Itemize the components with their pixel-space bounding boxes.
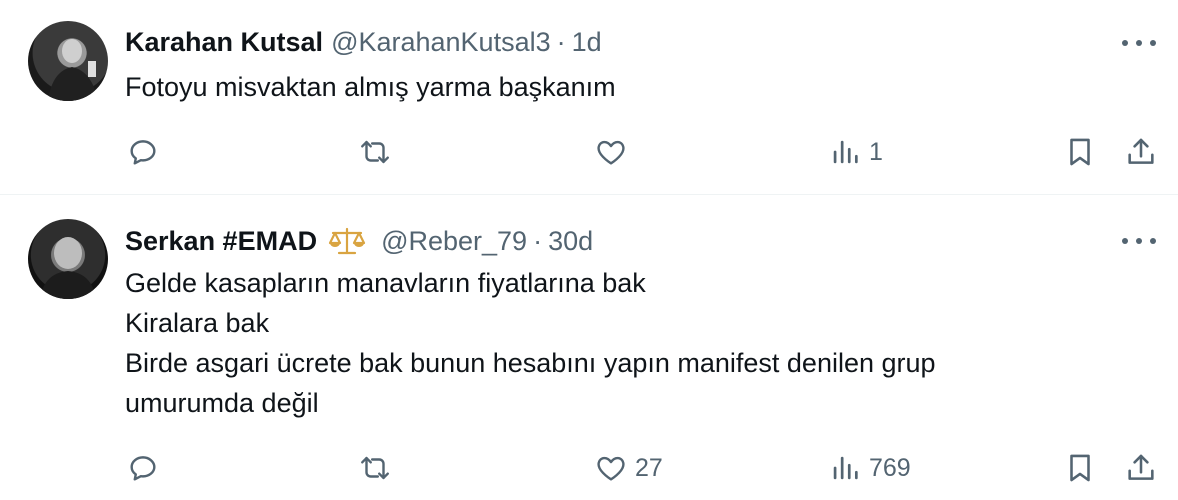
tweet-text: Fotoyu misvaktan almış yarma başkanım <box>125 67 616 107</box>
tweet-header: Karahan Kutsal @KarahanKutsal3 · 1d <box>125 24 602 60</box>
timestamp[interactable]: 30d <box>548 226 593 257</box>
tweet-text-line: Kiralara bak <box>125 308 270 338</box>
author-handle[interactable]: @KarahanKutsal3 <box>331 27 551 58</box>
views-chart-icon <box>833 456 858 480</box>
retweet-icon <box>361 456 389 480</box>
share-icon <box>1128 138 1154 164</box>
share-button[interactable] <box>1124 448 1158 488</box>
tweet[interactable]: Karahan Kutsal @KarahanKutsal3 · 1d Foto… <box>0 0 1178 195</box>
tweet-text-line: Birde asgari ücrete bak bunun hesabını y… <box>125 348 936 378</box>
author-name[interactable]: Karahan Kutsal <box>125 27 323 58</box>
more-options-icon[interactable] <box>1122 231 1156 251</box>
retweet-button[interactable] <box>358 132 399 172</box>
action-bar: 27 769 <box>0 448 1178 488</box>
retweet-icon <box>361 140 389 164</box>
scales-icon <box>328 227 366 255</box>
bookmark-button[interactable] <box>1063 132 1097 172</box>
like-count: 27 <box>635 453 663 482</box>
tweet-text: Gelde kasapların manavların fiyatlarına … <box>125 263 936 423</box>
views-chart-icon <box>833 140 858 164</box>
heart-icon <box>597 140 625 165</box>
tweet-header: Serkan #EMAD @Reber_79 · 30d <box>125 223 593 259</box>
views-count: 769 <box>869 453 911 482</box>
tweet-text-line: umurumda değil <box>125 388 319 418</box>
reply-button[interactable] <box>126 132 167 172</box>
like-button[interactable]: 27 <box>594 448 663 488</box>
author-handle[interactable]: @Reber_79 <box>381 226 527 257</box>
views-button[interactable]: 769 <box>828 448 911 488</box>
action-bar: 1 <box>0 132 1178 172</box>
separator-dot: · <box>556 26 566 57</box>
views-button[interactable]: 1 <box>828 132 883 172</box>
reply-icon <box>130 456 156 481</box>
bookmark-icon <box>1070 454 1090 482</box>
share-button[interactable] <box>1124 132 1158 172</box>
avatar[interactable] <box>28 21 108 101</box>
more-options-icon[interactable] <box>1122 33 1156 53</box>
reply-button[interactable] <box>126 448 167 488</box>
heart-icon <box>597 456 625 481</box>
separator-dot: · <box>533 225 543 256</box>
tweet[interactable]: Serkan #EMAD @Reber_79 · 30d Gelde kasap… <box>0 195 1178 500</box>
views-count: 1 <box>869 137 883 166</box>
bookmark-icon <box>1070 138 1090 166</box>
author-name[interactable]: Serkan #EMAD <box>125 226 317 257</box>
tweet-text-line: Gelde kasapların manavların fiyatlarına … <box>125 268 646 298</box>
tweet-text-line: Fotoyu misvaktan almış yarma başkanım <box>125 72 616 102</box>
timestamp[interactable]: 1d <box>572 27 602 58</box>
like-button[interactable] <box>594 132 635 172</box>
bookmark-button[interactable] <box>1063 448 1097 488</box>
retweet-button[interactable] <box>358 448 399 488</box>
share-icon <box>1128 454 1154 480</box>
avatar[interactable] <box>28 219 108 299</box>
reply-icon <box>130 140 156 165</box>
